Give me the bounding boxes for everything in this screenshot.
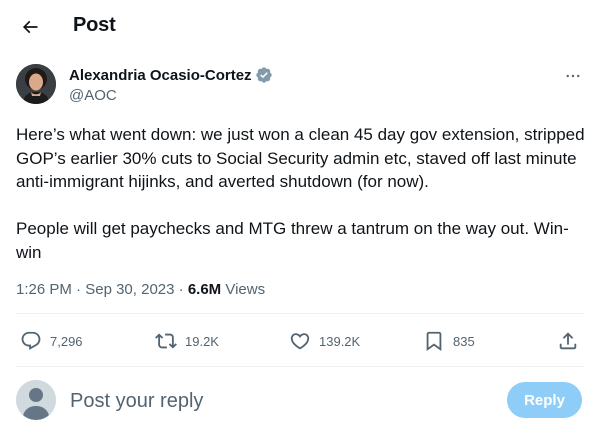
share-icon: [559, 332, 577, 350]
bookmark-action-button[interactable]: 835: [423, 323, 475, 359]
meta-separator: ·: [71, 281, 86, 298]
like-action-button[interactable]: 139.2K: [289, 323, 360, 359]
verified-badge-icon[interactable]: [255, 66, 273, 84]
page-title: Post: [73, 14, 116, 36]
author-name-text[interactable]: Alexandria Ocasio-Cortez: [69, 67, 252, 84]
post-actions: 7,296 19.2K 139.2K 835: [0, 323, 600, 359]
bookmark-icon: [426, 331, 442, 352]
views-count: 6.6M: [187, 281, 222, 298]
reply-input[interactable]: [70, 388, 490, 414]
more-options-button[interactable]: [561, 66, 585, 86]
share-action-button[interactable]: [557, 323, 579, 359]
author-avatar[interactable]: [16, 64, 56, 104]
like-count: 139.2K: [319, 333, 361, 349]
reply-count: 7,296: [50, 333, 83, 349]
back-button[interactable]: [16, 13, 44, 41]
reply-button[interactable]: Reply: [507, 382, 582, 418]
arrow-left-icon: [22, 20, 38, 34]
post-time[interactable]: 1:26 PM: [16, 281, 72, 298]
heart-icon: [290, 333, 310, 350]
post-paragraph-2: People will get paychecks and MTG threw …: [16, 219, 569, 262]
author-handle[interactable]: @AOC: [69, 87, 117, 104]
post-text: Here’s what went down: we just won a cle…: [16, 123, 586, 264]
post-meta: 1:26 PM · Sep 30, 2023 · 6.6M Views: [16, 281, 265, 298]
reply-composer: Reply: [0, 374, 600, 434]
reply-icon: [21, 331, 41, 350]
author-name[interactable]: Alexandria Ocasio-Cortez: [69, 66, 273, 84]
divider: [16, 366, 584, 367]
post-date[interactable]: Sep 30, 2023: [85, 281, 174, 298]
views-label: Views: [225, 281, 266, 298]
more-dots-icon: [566, 74, 580, 78]
repost-icon: [155, 333, 177, 349]
repost-action-button[interactable]: 19.2K: [155, 323, 219, 359]
meta-separator: ·: [174, 281, 188, 298]
reply-action-button[interactable]: 7,296: [20, 323, 83, 359]
page-header: Post: [0, 0, 600, 53]
post-paragraph-1: Here’s what went down: we just won a cle…: [16, 125, 585, 191]
bookmark-count: 835: [453, 333, 475, 349]
repost-count: 19.2K: [185, 333, 219, 349]
current-user-avatar[interactable]: [16, 380, 56, 420]
divider: [16, 313, 584, 314]
